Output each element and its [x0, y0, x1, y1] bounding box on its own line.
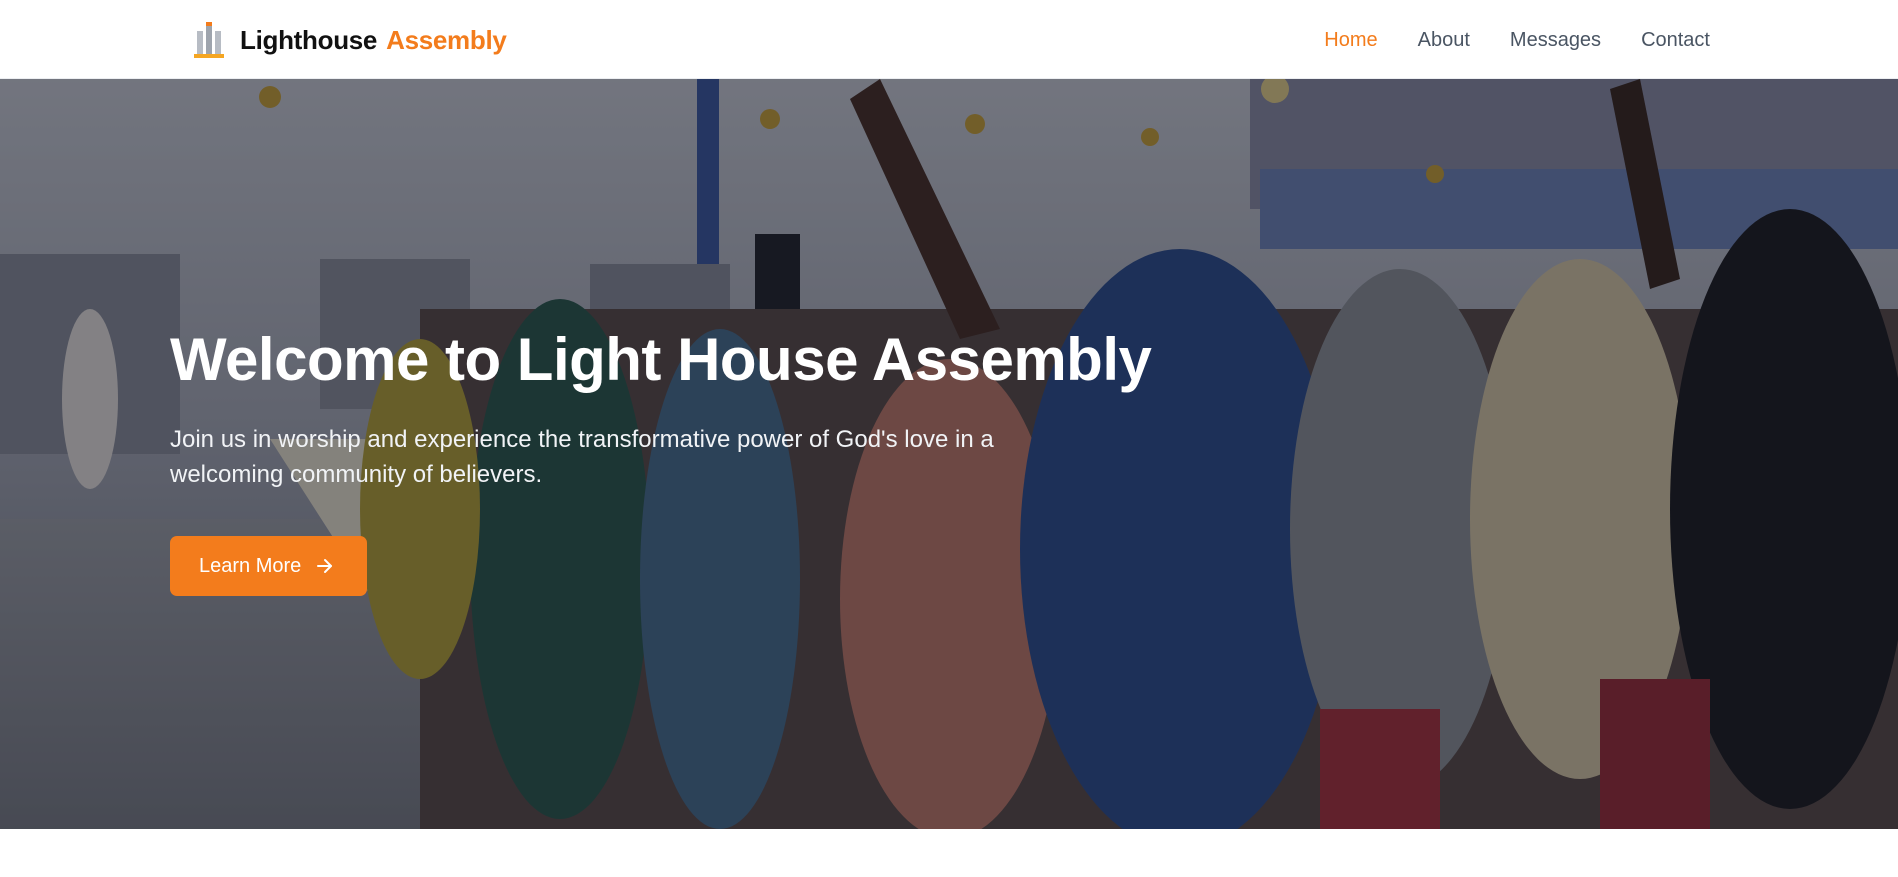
below-hero-section [0, 829, 1898, 877]
hero-title: Welcome to Light House Assembly [170, 326, 1152, 393]
brand-name-accent: Assembly [386, 24, 507, 55]
hero-section: Welcome to Light House Assembly Join us … [0, 79, 1898, 829]
nav-link-home[interactable]: Home [1324, 29, 1377, 52]
main-nav: Home About Messages Contact [1284, 24, 1710, 56]
hero-subtitle: Join us in worship and experience the tr… [170, 426, 994, 488]
arrow-right-icon [317, 559, 333, 573]
hero-content: Welcome to Light House Assembly Join us … [170, 324, 1170, 596]
nav-link-contact[interactable]: Contact [1641, 29, 1710, 52]
nav-link-about[interactable]: About [1418, 29, 1470, 52]
learn-more-label: Learn More [199, 554, 302, 577]
nav-link-messages[interactable]: Messages [1510, 29, 1601, 52]
learn-more-button[interactable]: Learn More [170, 536, 368, 596]
brand-logo-link[interactable]: Lighthouse Assembly [194, 20, 507, 60]
site-header: Lighthouse Assembly Home About Messages … [0, 0, 1898, 79]
brand-name: Lighthouse [240, 24, 378, 55]
lighthouse-pillars-icon [194, 22, 224, 58]
